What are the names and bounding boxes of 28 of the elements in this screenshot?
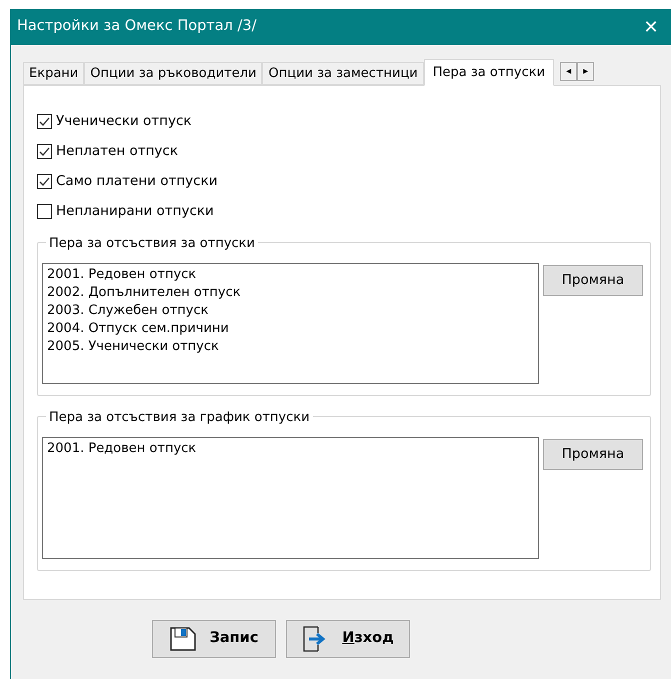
close-button[interactable]: ✕	[631, 14, 671, 40]
exit-button[interactable]: Изход	[286, 620, 410, 658]
list-item[interactable]: 2002. Допълнителен отпуск	[47, 284, 534, 302]
change-button[interactable]: Промяна	[542, 265, 643, 296]
list-item[interactable]: 2005. Ученически отпуск	[47, 338, 534, 356]
checkbox[interactable]	[37, 114, 52, 128]
checkbox[interactable]	[37, 204, 52, 218]
checkbox[interactable]	[37, 174, 52, 188]
tab[interactable]: Пера за отпуски	[424, 59, 554, 86]
checkbox-label: Непланирани отпуски	[56, 202, 214, 221]
tab[interactable]: Опции за заместници	[262, 62, 424, 85]
list-box[interactable]: 2001. Редовен отпуск 2002. Допълнителен отпуск 2003. Служебен отпуск 2004. Отпуск сем.причини 2005. Ученически отпуск	[42, 263, 539, 384]
change-button[interactable]: Промяна	[542, 439, 643, 470]
tab[interactable]: Опции за ръководители	[84, 62, 262, 85]
window-title: Настройки за Омекс Портал /3/	[17, 17, 256, 36]
tab[interactable]: Екрани	[23, 62, 84, 85]
list-item[interactable]: 2003. Служебен отпуск	[47, 302, 534, 320]
tab-scroll-button[interactable]: ▸	[577, 62, 594, 81]
list-item[interactable]: 2004. Отпуск сем.причини	[47, 320, 534, 338]
save-button[interactable]: Запис	[152, 620, 276, 658]
checkbox-label: Неплатен отпуск	[56, 142, 178, 161]
checkbox[interactable]	[37, 144, 52, 158]
list-box[interactable]: 2001. Редовен отпуск	[42, 437, 539, 559]
checkbox-label: Ученически отпуск	[56, 112, 192, 131]
tab-scroll-button[interactable]: ◂	[560, 62, 578, 81]
list-item[interactable]: 2001. Редовен отпуск	[47, 440, 534, 458]
checkbox-label: Само платени отпуски	[56, 172, 218, 191]
list-item[interactable]: 2001. Редовен отпуск	[47, 266, 534, 284]
